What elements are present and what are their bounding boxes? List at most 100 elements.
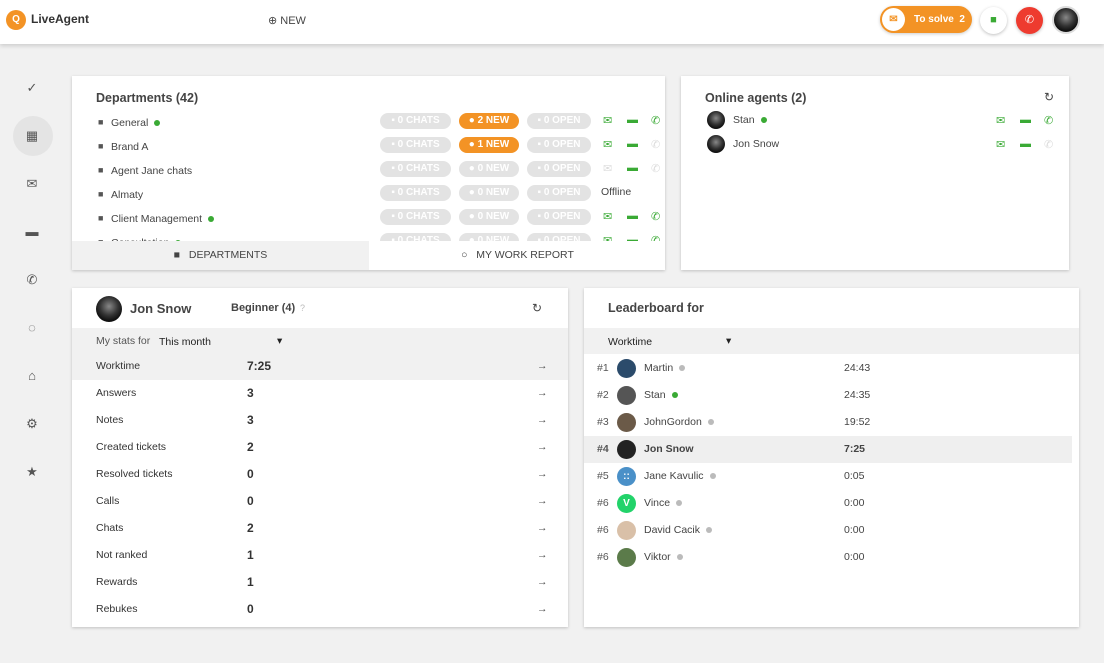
new-badge[interactable]: ● 1 NEW bbox=[459, 137, 519, 153]
leaderboard-row[interactable]: #3 JohnGordon 19:52 bbox=[584, 409, 1072, 436]
stat-row[interactable]: Rebukes 0 → bbox=[72, 596, 568, 623]
sidebar-item-phone[interactable]: ✆ bbox=[22, 270, 42, 290]
leaderboard-row[interactable]: #6 Viktor 0:00 bbox=[584, 544, 1072, 571]
leaderboard-row[interactable]: #2 Stan 24:35 bbox=[584, 382, 1072, 409]
tab-departments[interactable]: ■ DEPARTMENTS bbox=[72, 241, 369, 270]
agent-row[interactable]: Stan ✉ ▬ ✆ bbox=[681, 110, 1069, 132]
department-row[interactable]: ■ Agent Jane chats ▪ 0 CHATS ● 0 NEW ▪ 0… bbox=[72, 160, 665, 184]
chats-badge[interactable]: ▪ 0 CHATS bbox=[380, 137, 451, 153]
logo-text[interactable]: LiveAgent bbox=[31, 12, 89, 26]
arrow-right-icon[interactable]: → bbox=[537, 542, 548, 569]
department-row[interactable]: ■ General ▪ 0 CHATS ● 2 NEW ▪ 0 OPEN ✉ ▬… bbox=[72, 112, 665, 136]
department-row[interactable]: ■ Client Management ▪ 0 CHATS ● 0 NEW ▪ … bbox=[72, 208, 665, 232]
stat-row[interactable]: Worktime 7:25 → bbox=[72, 353, 568, 380]
folder-icon: ■ bbox=[173, 249, 181, 261]
agent-row[interactable]: Jon Snow ✉ ▬ ✆ bbox=[681, 134, 1069, 156]
mail-icon[interactable]: ✉ bbox=[603, 210, 612, 223]
stat-row[interactable]: Notes 3 → bbox=[72, 407, 568, 434]
phone-icon[interactable]: ✆ bbox=[1044, 138, 1053, 151]
check-circle-icon: ✓ bbox=[26, 80, 38, 95]
stat-row[interactable]: Rewards 1 → bbox=[72, 569, 568, 596]
profile-level: Beginner (4) bbox=[231, 302, 296, 314]
leaderboard-row[interactable]: #1 Martin 24:43 bbox=[584, 355, 1072, 382]
leaderboard-name: Martin bbox=[644, 355, 686, 382]
stat-row[interactable]: Resolved tickets 0 → bbox=[72, 461, 568, 488]
chats-badge[interactable]: ▪ 0 CHATS bbox=[380, 185, 451, 201]
leaderboard-metric-bar: Worktime ▾ bbox=[584, 328, 1079, 354]
department-row[interactable]: ■ Brand A ▪ 0 CHATS ● 1 NEW ▪ 0 OPEN ✉ ▬… bbox=[72, 136, 665, 160]
sidebar-item-gear[interactable]: ⚙ bbox=[22, 414, 42, 434]
open-badge[interactable]: ▪ 0 OPEN bbox=[527, 161, 591, 177]
arrow-right-icon[interactable]: → bbox=[537, 488, 548, 515]
chat-icon[interactable]: ▬ bbox=[1020, 114, 1031, 126]
period-select[interactable]: This month ▾ bbox=[159, 335, 287, 348]
stat-label: Calls bbox=[96, 495, 120, 507]
phone-status-button[interactable]: ✆ bbox=[1016, 7, 1043, 34]
new-badge[interactable]: ● 2 NEW bbox=[459, 113, 519, 129]
leaderboard-row[interactable]: #5 :: Jane Kavulic 0:05 bbox=[584, 463, 1072, 490]
open-badge[interactable]: ▪ 0 OPEN bbox=[527, 137, 591, 153]
sidebar-item-mail[interactable]: ✉ bbox=[22, 174, 42, 194]
sidebar-item-bank[interactable]: ⌂ bbox=[22, 366, 42, 386]
mail-icon[interactable]: ✉ bbox=[603, 114, 612, 127]
new-badge[interactable]: ● 0 NEW bbox=[459, 161, 519, 177]
sidebar-item-check-circle[interactable]: ✓ bbox=[22, 78, 42, 98]
tab-my-work-report[interactable]: ○ MY WORK REPORT bbox=[369, 241, 665, 270]
chat-icon[interactable]: ▬ bbox=[627, 162, 638, 174]
arrow-right-icon[interactable]: → bbox=[537, 407, 548, 434]
stat-row[interactable]: Answers 3 → bbox=[72, 380, 568, 407]
stat-row[interactable]: Calls 0 → bbox=[72, 488, 568, 515]
leaderboard-row[interactable]: #6 David Cacik 0:00 bbox=[584, 517, 1072, 544]
arrow-right-icon[interactable]: → bbox=[537, 434, 548, 461]
department-row[interactable]: ■ Almaty ▪ 0 CHATS ● 0 NEW ▪ 0 OPEN Offl… bbox=[72, 184, 665, 208]
arrow-right-icon[interactable]: → bbox=[537, 596, 548, 623]
sidebar-item-chat[interactable]: ▬ bbox=[22, 222, 42, 242]
phone-icon[interactable]: ✆ bbox=[651, 210, 660, 223]
arrow-right-icon[interactable]: → bbox=[537, 353, 548, 380]
new-button[interactable]: ⊕ NEW bbox=[268, 14, 306, 27]
user-avatar[interactable] bbox=[1052, 6, 1080, 34]
help-icon[interactable]: ? bbox=[300, 303, 305, 313]
metric-select[interactable]: Worktime ▾ bbox=[608, 335, 736, 348]
phone-icon[interactable]: ✆ bbox=[651, 114, 660, 127]
stat-row[interactable]: Chats 2 → bbox=[72, 515, 568, 542]
to-solve-button[interactable]: ✉ To solve 2 bbox=[880, 6, 972, 33]
mail-icon[interactable]: ✉ bbox=[996, 138, 1005, 151]
phone-icon[interactable]: ✆ bbox=[1044, 114, 1053, 127]
refresh-icon[interactable]: ↻ bbox=[1044, 90, 1054, 104]
departments-tabs: ■ DEPARTMENTS ○ MY WORK REPORT bbox=[72, 241, 665, 270]
rank: #3 bbox=[597, 416, 609, 428]
open-badge[interactable]: ▪ 0 OPEN bbox=[527, 185, 591, 201]
open-badge[interactable]: ▪ 0 OPEN bbox=[527, 113, 591, 129]
chat-icon[interactable]: ▬ bbox=[627, 138, 638, 150]
open-badge[interactable]: ▪ 0 OPEN bbox=[527, 209, 591, 225]
mail-icon[interactable]: ✉ bbox=[603, 162, 612, 175]
chats-badge[interactable]: ▪ 0 CHATS bbox=[380, 209, 451, 225]
stat-row[interactable]: Not ranked 1 → bbox=[72, 542, 568, 569]
phone-icon[interactable]: ✆ bbox=[651, 138, 660, 151]
arrow-right-icon[interactable]: → bbox=[537, 461, 548, 488]
phone-icon[interactable]: ✆ bbox=[651, 162, 660, 175]
mail-icon[interactable]: ✉ bbox=[996, 114, 1005, 127]
sidebar-item-star[interactable]: ★ bbox=[22, 462, 42, 482]
sidebar-item-dashboard[interactable]: ▦ bbox=[22, 126, 42, 146]
new-badge[interactable]: ● 0 NEW bbox=[459, 209, 519, 225]
chat-icon[interactable]: ▬ bbox=[1020, 138, 1031, 150]
new-badge[interactable]: ● 0 NEW bbox=[459, 185, 519, 201]
arrow-right-icon[interactable]: → bbox=[537, 380, 548, 407]
status-dot bbox=[707, 419, 714, 426]
chat-status-button[interactable]: ■ bbox=[980, 7, 1007, 34]
chats-badge[interactable]: ▪ 0 CHATS bbox=[380, 161, 451, 177]
refresh-icon[interactable]: ↻ bbox=[532, 301, 542, 315]
leaderboard-row[interactable]: #6 V Vince 0:00 bbox=[584, 490, 1072, 517]
chats-badge[interactable]: ▪ 0 CHATS bbox=[380, 113, 451, 129]
arrow-right-icon[interactable]: → bbox=[537, 569, 548, 596]
leaderboard-avatar bbox=[617, 413, 636, 432]
chat-icon[interactable]: ▬ bbox=[627, 114, 638, 126]
sidebar-item-reports[interactable]: ◌ bbox=[22, 318, 42, 338]
mail-icon[interactable]: ✉ bbox=[603, 138, 612, 151]
stat-row[interactable]: Created tickets 2 → bbox=[72, 434, 568, 461]
leaderboard-row[interactable]: #4 Jon Snow 7:25 bbox=[584, 436, 1072, 463]
chat-icon[interactable]: ▬ bbox=[627, 210, 638, 222]
arrow-right-icon[interactable]: → bbox=[537, 515, 548, 542]
